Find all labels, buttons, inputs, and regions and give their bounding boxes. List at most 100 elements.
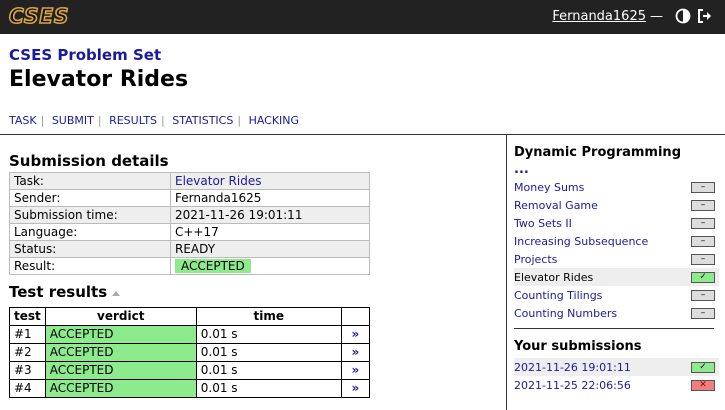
view-test-link[interactable]: » — [340, 325, 371, 344]
status-badge: ✓ — [691, 361, 715, 373]
problem-link[interactable]: Money Sums — [514, 181, 584, 194]
problem-link[interactable]: Two Sets II — [514, 217, 572, 230]
list-item[interactable]: Two Sets II – — [514, 214, 719, 232]
tab-separator: | — [97, 114, 102, 127]
current-problem: Elevator Rides — [514, 270, 594, 284]
view-test-link[interactable]: » — [340, 343, 371, 362]
submission-time-label: Submission time: — [9, 206, 171, 224]
tab-separator: | — [237, 114, 242, 127]
table-row: #1 ACCEPTED 0.01 s » — [9, 325, 371, 344]
test-results-table: test verdict time #1 ACCEPTED 0.01 s » #… — [9, 307, 371, 398]
sender-label: Sender: — [9, 189, 171, 207]
top-bar: CSES Fernanda1625 — — [0, 0, 725, 34]
separator: — — [650, 8, 663, 24]
table-row: Result: ACCEPTED — [9, 257, 370, 275]
list-item[interactable]: Counting Numbers – — [514, 304, 719, 322]
cses-logo[interactable]: CSES — [8, 3, 80, 31]
problem-link[interactable]: Increasing Subsequence — [514, 235, 648, 248]
course-title[interactable]: CSES Problem Set — [9, 46, 161, 64]
submission-list: 2021-11-26 19:01:11 ✓ 2021-11-25 22:06:56… — [514, 358, 719, 394]
sidebar-divider — [506, 134, 507, 410]
status-label: Status: — [9, 240, 171, 258]
task-tabs: TASK | SUBMIT | RESULTS | STATISTICS | HACKI… — [9, 114, 299, 127]
status-badge: – — [691, 289, 715, 301]
status-badge: – — [691, 253, 715, 265]
status-badge: ✓ — [691, 271, 715, 283]
result-label: Result: — [9, 257, 171, 275]
test-verdict: ACCEPTED — [44, 325, 197, 344]
problem-link[interactable]: Removal Game — [514, 199, 598, 212]
sidebar-ellipsis[interactable]: ... — [514, 163, 719, 176]
col-verdict: verdict — [44, 307, 197, 326]
logout-icon[interactable] — [697, 8, 713, 24]
status-badge: – — [691, 199, 715, 211]
test-time: 0.01 s — [195, 325, 342, 344]
sort-up-icon[interactable] — [112, 290, 121, 296]
status-badge: – — [691, 217, 715, 229]
tab-task[interactable]: TASK — [9, 114, 37, 127]
submissions-title: Your submissions — [514, 339, 642, 354]
test-time: 0.01 s — [195, 343, 342, 362]
logo-text: CSES — [9, 5, 69, 27]
table-header-row: test verdict time — [9, 307, 371, 326]
test-verdict: ACCEPTED — [44, 361, 197, 380]
language-value: C++17 — [170, 223, 370, 241]
table-row: Status: READY — [9, 240, 370, 258]
submission-item[interactable]: 2021-11-25 22:06:56 ✕ — [514, 376, 719, 394]
col-time: time — [195, 307, 342, 326]
contrast-icon[interactable] — [675, 8, 691, 24]
table-row: #2 ACCEPTED 0.01 s » — [9, 343, 371, 362]
user-area: Fernanda1625 — — [552, 8, 713, 24]
submission-time-value: 2021-11-26 19:01:11 — [170, 206, 370, 224]
view-test-link[interactable]: » — [340, 361, 371, 380]
sender-value: Fernanda1625 — [170, 189, 370, 207]
problem-link[interactable]: Counting Numbers — [514, 307, 617, 320]
table-row: Sender: Fernanda1625 — [9, 189, 370, 207]
tab-submit[interactable]: SUBMIT — [52, 114, 94, 127]
list-item[interactable]: Counting Tilings – — [514, 286, 719, 304]
tab-hacking[interactable]: HACKING — [249, 114, 300, 127]
page-title: Elevator Rides — [9, 67, 189, 92]
test-verdict: ACCEPTED — [44, 343, 197, 362]
test-number: #3 — [9, 361, 46, 380]
list-item[interactable]: Money Sums – — [514, 178, 719, 196]
status-value: READY — [170, 240, 370, 258]
test-results-heading: Test results — [9, 283, 108, 301]
col-test: test — [9, 307, 46, 326]
submission-link[interactable]: 2021-11-25 22:06:56 — [514, 379, 631, 392]
test-time: 0.01 s — [195, 361, 342, 380]
table-row: Task: Elevator Rides — [9, 172, 370, 190]
tab-results[interactable]: RESULTS — [109, 114, 157, 127]
col-link — [340, 307, 371, 326]
result-badge: ACCEPTED — [175, 259, 251, 273]
list-item[interactable]: Increasing Subsequence – — [514, 232, 719, 250]
test-time: 0.01 s — [195, 379, 342, 398]
tab-separator: | — [161, 114, 165, 127]
problem-list: Money Sums – Removal Game – Two Sets II – I… — [514, 178, 719, 322]
sidebar: Dynamic Programming ... Money Sums – Remo… — [514, 145, 719, 394]
task-value: Elevator Rides — [170, 172, 370, 190]
submission-link[interactable]: 2021-11-26 19:01:11 — [514, 361, 631, 374]
status-badge: – — [691, 235, 715, 247]
tab-statistics[interactable]: STATISTICS — [172, 114, 233, 127]
divider — [0, 134, 725, 135]
tab-separator: | — [40, 114, 45, 127]
sidebar-divider — [514, 328, 714, 329]
test-results-header[interactable]: Test results — [9, 283, 370, 301]
username-link[interactable]: Fernanda1625 — [552, 9, 646, 24]
table-row: Language: C++17 — [9, 223, 370, 241]
test-number: #4 — [9, 379, 46, 398]
test-number: #2 — [9, 343, 46, 362]
list-item[interactable]: Removal Game – — [514, 196, 719, 214]
task-link[interactable]: Elevator Rides — [175, 174, 261, 188]
view-test-link[interactable]: » — [340, 379, 371, 398]
list-item[interactable]: Projects – — [514, 250, 719, 268]
submission-item-current[interactable]: 2021-11-26 19:01:11 ✓ — [514, 358, 719, 376]
table-row: Submission time: 2021-11-26 19:01:11 — [9, 206, 370, 224]
problem-link[interactable]: Projects — [514, 253, 557, 266]
language-label: Language: — [9, 223, 171, 241]
table-row: #4 ACCEPTED 0.01 s » — [9, 379, 371, 398]
problem-link[interactable]: Counting Tilings — [514, 289, 602, 302]
task-label: Task: — [9, 172, 171, 190]
submission-details-table: Task: Elevator Rides Sender: Fernanda162… — [9, 172, 370, 275]
